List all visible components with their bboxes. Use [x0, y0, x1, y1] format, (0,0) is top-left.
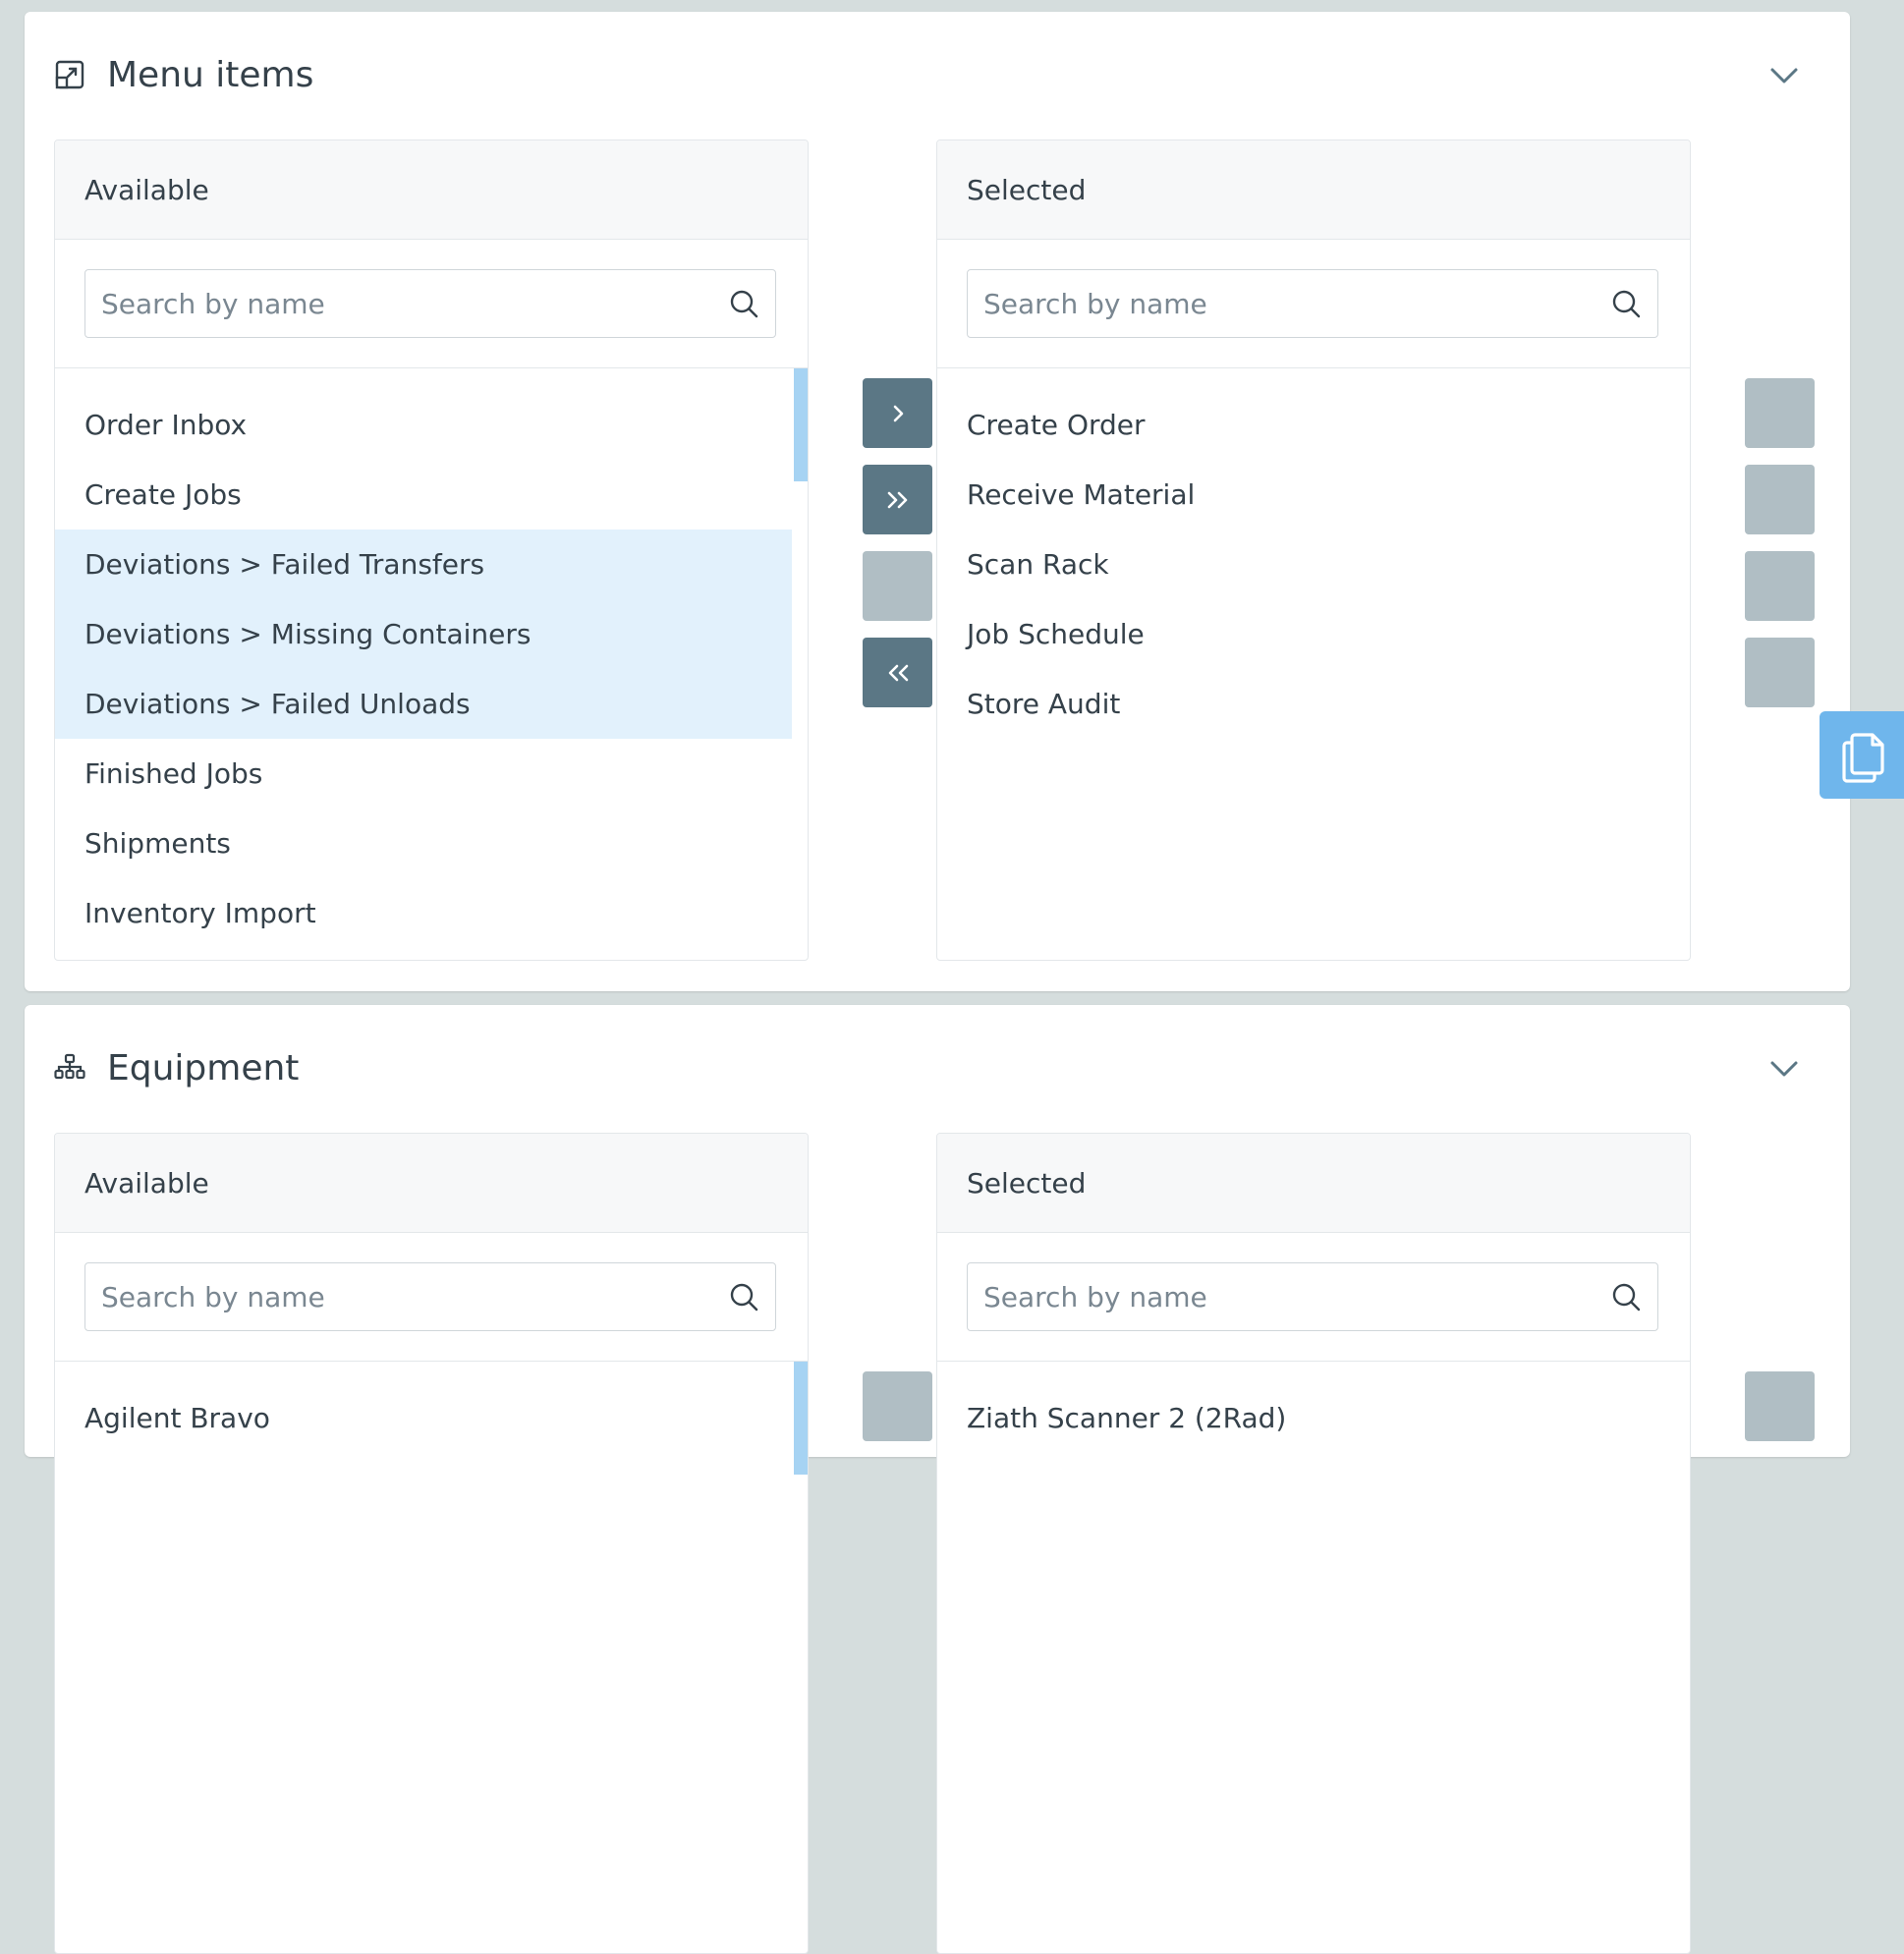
available-header: Available: [55, 1134, 808, 1233]
list-item[interactable]: Create Order: [937, 390, 1690, 460]
list-item[interactable]: Deviations > Failed Unloads: [55, 669, 792, 739]
list-item[interactable]: Agilent Bravo: [55, 1383, 792, 1453]
menu-items-card: Menu items Available Order Inbox Create …: [25, 12, 1850, 991]
equipment-move-right-button[interactable]: [863, 1371, 932, 1441]
chevron-down-icon[interactable]: [1767, 1052, 1801, 1086]
equipment-selected-panel: Selected Ziath Scanner 2 (2Rad): [936, 1133, 1691, 1954]
double-chevron-right-icon: [887, 491, 907, 508]
move-up-button[interactable]: [1745, 465, 1815, 534]
list-item[interactable]: Deviations > Missing Containers: [55, 599, 792, 669]
available-search: [84, 269, 776, 338]
equipment-available-search: [84, 1262, 776, 1331]
menu-items-header: Menu items: [54, 49, 313, 100]
available-search-input[interactable]: [85, 273, 728, 334]
equipment-card: Equipment Available Agilent Bravo Select…: [25, 1005, 1850, 1954]
copy-icon: [1842, 732, 1884, 783]
equipment-move-top-button[interactable]: [1745, 1371, 1815, 1441]
equipment-title: Equipment: [107, 1047, 300, 1089]
list-item[interactable]: Deviations > Failed Transfers: [55, 530, 792, 599]
list-item[interactable]: Ziath Scanner 2 (2Rad): [937, 1383, 1690, 1453]
equipment-selected-search: [967, 1262, 1658, 1331]
move-all-left-button[interactable]: [863, 638, 932, 707]
equipment-available-panel: Available Agilent Bravo: [54, 1133, 809, 1954]
move-all-right-button[interactable]: [863, 465, 932, 534]
equipment-available-scrollbar[interactable]: [794, 1362, 808, 1475]
equipment-available-search-input[interactable]: [85, 1266, 728, 1327]
available-header: Available: [55, 140, 808, 240]
move-right-button[interactable]: [863, 378, 932, 448]
selected-search-input[interactable]: [968, 273, 1610, 334]
equipment-available-list[interactable]: Agilent Bravo: [55, 1362, 808, 1475]
sitemap-icon: [54, 1053, 85, 1080]
move-bottom-button[interactable]: [1745, 638, 1815, 707]
copy-floating-button[interactable]: [1820, 711, 1904, 799]
list-item[interactable]: Job Schedule: [937, 599, 1690, 669]
list-item[interactable]: Store Audit: [937, 669, 1690, 739]
move-left-button[interactable]: [863, 551, 932, 621]
equipment-selected-search-input[interactable]: [968, 1266, 1610, 1327]
list-item[interactable]: Create Jobs: [55, 460, 792, 530]
chevron-right-icon: [893, 405, 903, 421]
search-icon[interactable]: [728, 1281, 759, 1312]
selected-header: Selected: [937, 1134, 1690, 1233]
menu-items-title: Menu items: [107, 54, 314, 95]
available-panel: Available Order Inbox Create Jobs Deviat…: [54, 140, 809, 961]
equipment-header: Equipment: [54, 1042, 299, 1093]
list-item[interactable]: Finished Jobs: [55, 739, 792, 809]
equipment-selected-list[interactable]: Ziath Scanner 2 (2Rad): [937, 1362, 1690, 1453]
available-scrollbar[interactable]: [794, 368, 808, 481]
list-item[interactable]: Shipments: [55, 809, 792, 878]
list-item[interactable]: Inventory Import: [55, 878, 792, 948]
list-item[interactable]: Receive Material: [937, 460, 1690, 530]
list-item[interactable]: Scan Rack: [937, 530, 1690, 599]
double-chevron-left-icon: [888, 664, 908, 681]
selected-header: Selected: [937, 140, 1690, 240]
search-icon[interactable]: [728, 288, 759, 319]
available-list[interactable]: Order Inbox Create Jobs Deviations > Fai…: [55, 368, 808, 948]
selected-panel: Selected Create Order Receive Material S…: [936, 140, 1691, 961]
search-icon[interactable]: [1610, 288, 1642, 319]
list-item[interactable]: Order Inbox: [55, 390, 792, 460]
search-icon[interactable]: [1610, 1281, 1642, 1312]
move-down-button[interactable]: [1745, 551, 1815, 621]
move-top-button[interactable]: [1745, 378, 1815, 448]
selected-search: [967, 269, 1658, 338]
external-link-square-icon: [55, 60, 84, 89]
selected-list[interactable]: Create Order Receive Material Scan Rack …: [937, 368, 1690, 739]
chevron-down-icon[interactable]: [1767, 59, 1801, 92]
